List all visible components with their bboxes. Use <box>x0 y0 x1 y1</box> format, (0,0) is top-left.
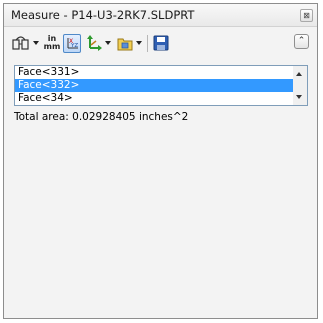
list-item[interactable]: Face<34> <box>15 92 293 105</box>
chevron-down-icon <box>104 41 111 45</box>
svg-text:YZ: YZ <box>70 43 78 49</box>
save-icon <box>153 35 169 51</box>
list-scrollbar[interactable] <box>293 66 307 105</box>
units-precision-button[interactable]: in mm <box>43 33 61 53</box>
list-item[interactable]: Face<332> <box>15 79 293 92</box>
point-to-point-dropdown[interactable] <box>103 33 112 53</box>
show-xyz-icon: X YZ <box>63 33 81 53</box>
units-mm-label: mm <box>43 42 61 51</box>
selection-filter-dropdown[interactable] <box>134 33 143 53</box>
measure-window: Measure - P14-U3-2RK7.SLDPRT ⊠ in mm X Y… <box>3 3 318 319</box>
chevron-down-icon <box>135 41 142 45</box>
toolbar: in mm X YZ ⌃ <box>4 27 317 57</box>
toolbar-separator <box>147 35 148 52</box>
close-button[interactable]: ⊠ <box>300 9 313 22</box>
save-button[interactable] <box>152 33 170 53</box>
point-to-point-icon <box>87 35 102 51</box>
title-bar[interactable]: Measure - P14-U3-2RK7.SLDPRT ⊠ <box>4 4 317 27</box>
selection-filter-icon <box>117 38 133 50</box>
collapse-button[interactable]: ⌃ <box>294 34 309 49</box>
list-item[interactable]: Face<331> <box>15 66 293 79</box>
scroll-up-icon[interactable] <box>296 72 302 76</box>
measure-tool-dropdown[interactable] <box>31 33 40 53</box>
measure-tool-button[interactable] <box>11 33 31 53</box>
selected-faces-list[interactable]: Face<331> Face<332> Face<34> <box>14 65 308 106</box>
chevron-down-icon <box>32 41 39 45</box>
selection-filter-button[interactable] <box>116 33 134 53</box>
window-title: Measure - P14-U3-2RK7.SLDPRT <box>11 8 195 22</box>
total-area-readout: Total area: 0.02928405 inches^2 <box>14 111 189 123</box>
measure-tool-icon <box>12 36 29 50</box>
show-xyz-button[interactable]: X YZ <box>63 33 81 53</box>
point-to-point-button[interactable] <box>85 33 103 53</box>
scroll-down-icon[interactable] <box>296 95 302 99</box>
